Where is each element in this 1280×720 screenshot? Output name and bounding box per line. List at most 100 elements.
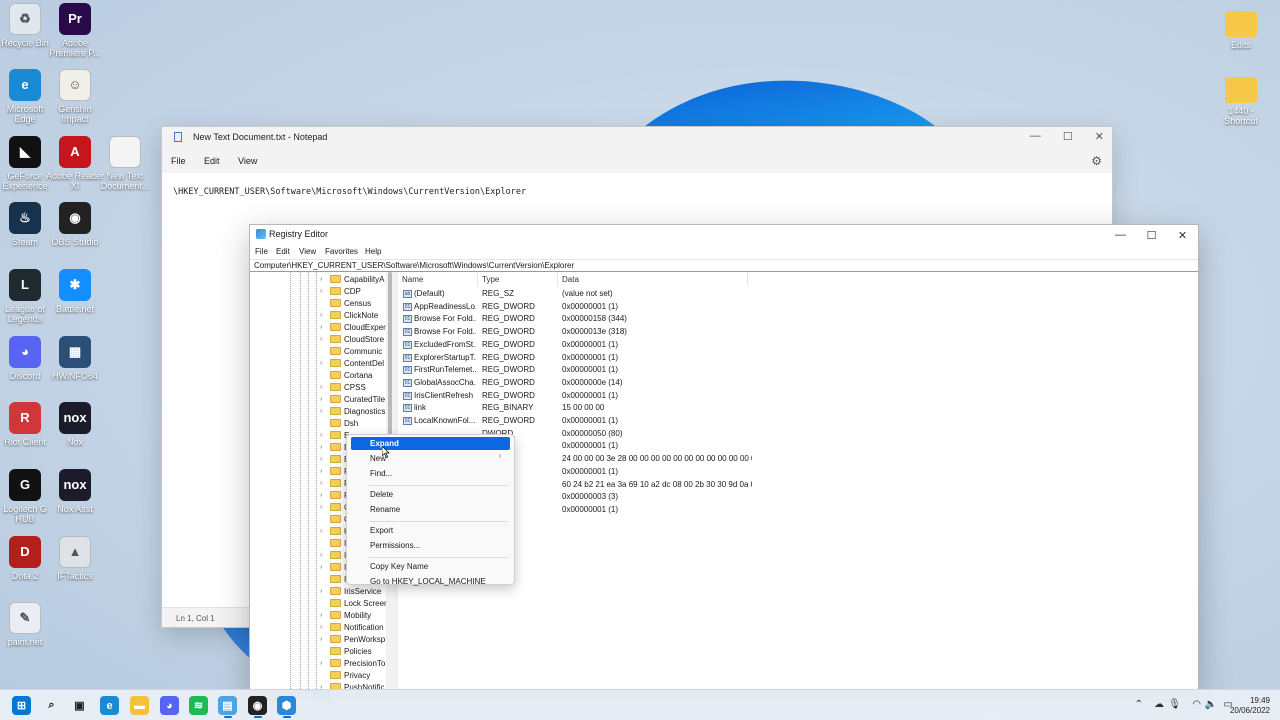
- windows-start-icon[interactable]: ⊞: [12, 696, 31, 715]
- expand-arrow-icon[interactable]: ›: [320, 564, 328, 571]
- regedit-icon[interactable]: ⬢: [277, 696, 296, 715]
- desktop-icon-nox[interactable]: nox Nox: [45, 402, 105, 447]
- chevron-up-icon[interactable]: ⌃: [1135, 699, 1143, 710]
- expand-arrow-icon[interactable]: ›: [320, 528, 328, 535]
- expand-arrow-icon[interactable]: ›: [320, 480, 328, 487]
- registry-value-row[interactable]: DWORD0x00000001 (1): [398, 466, 1198, 478]
- notepad-icon[interactable]: ▤: [218, 696, 237, 715]
- tree-key-item[interactable]: › CPSS: [320, 381, 366, 393]
- minimize-icon[interactable]: —: [1105, 225, 1136, 245]
- expand-arrow-icon[interactable]: ›: [320, 444, 328, 451]
- registry-value-row[interactable]: RY24 00 00 00 3e 28 00 00 00 00 00 00 00…: [398, 453, 1198, 465]
- tree-key-item[interactable]: › PenWorksp: [320, 633, 385, 645]
- expand-arrow-icon[interactable]: ›: [320, 504, 328, 511]
- expand-arrow-icon[interactable]: ›: [320, 432, 328, 439]
- address-bar[interactable]: Computer\HKEY_CURRENT_USER\Software\Micr…: [250, 259, 1198, 272]
- desktop-icon-battlenet[interactable]: ✱ Battle.net: [45, 269, 105, 314]
- tree-key-item[interactable]: › CuratedTile: [320, 393, 385, 405]
- menu-help[interactable]: Help: [365, 247, 381, 256]
- expand-arrow-icon[interactable]: ›: [320, 456, 328, 463]
- expand-arrow-icon[interactable]: ›: [320, 360, 328, 367]
- obs-icon[interactable]: ◉: [248, 696, 267, 715]
- file-explorer-icon[interactable]: ▬: [130, 696, 149, 715]
- settings-gear-icon[interactable]: ⚙: [1091, 154, 1102, 168]
- tree-key-item[interactable]: › ContentDel: [320, 357, 384, 369]
- tree-key-item[interactable]: Lock Screen: [320, 597, 388, 609]
- speaker-icon[interactable]: 🔈: [1205, 699, 1217, 710]
- tree-key-item[interactable]: Policies: [320, 645, 372, 657]
- regedit-titlebar[interactable]: Registry Editor — ☐ ✕: [250, 225, 1198, 245]
- tree-key-item[interactable]: › Diagnostics: [320, 405, 385, 417]
- expand-arrow-icon[interactable]: ›: [320, 312, 328, 319]
- expand-arrow-icon[interactable]: ›: [320, 612, 328, 619]
- tree-key-item[interactable]: › PushNotific: [320, 681, 384, 689]
- expand-arrow-icon[interactable]: ›: [320, 588, 328, 595]
- tree-key-item[interactable]: › CapabilityA: [320, 273, 384, 285]
- registry-value-row[interactable]: 01 ExcludedFromSt... REG_DWORD 0x00000001 (…: [398, 339, 1198, 351]
- tree-key-item[interactable]: I: [320, 573, 346, 585]
- expand-arrow-icon[interactable]: ›: [320, 552, 328, 559]
- expand-arrow-icon[interactable]: ›: [320, 336, 328, 343]
- menu-favorites[interactable]: Favorites: [325, 247, 358, 256]
- registry-value-row[interactable]: 01 AppReadinessLo... REG_DWORD 0x00000001 (…: [398, 301, 1198, 313]
- registry-value-row[interactable]: 01 Browse For Fold... REG_DWORD 0x0000013e …: [398, 326, 1198, 338]
- context-menu-item-rename[interactable]: Rename: [351, 503, 510, 516]
- expand-arrow-icon[interactable]: ›: [320, 396, 328, 403]
- desktop-icon-genshin[interactable]: ☺ Genshin Impact: [45, 69, 105, 124]
- close-icon[interactable]: ✕: [1095, 130, 1104, 143]
- expand-arrow-icon[interactable]: ›: [320, 288, 328, 295]
- tree-key-item[interactable]: Cortana: [320, 369, 372, 381]
- context-menu-item-expand[interactable]: Expand: [351, 437, 510, 450]
- tree-key-item[interactable]: ›I: [320, 549, 346, 561]
- desktop-icon-paintnet[interactable]: ✎ paint.net: [0, 602, 55, 647]
- minimize-icon[interactable]: —: [1030, 130, 1041, 143]
- tree-key-item[interactable]: ›I: [320, 561, 346, 573]
- column-header-type[interactable]: Type: [478, 272, 558, 286]
- tree-key-item[interactable]: ›E: [320, 441, 349, 453]
- edge-icon[interactable]: e: [100, 696, 119, 715]
- registry-value-row[interactable]: RY60 24 b2 21 ea 3a 69 10 a2 dc 08 00 2b…: [398, 479, 1198, 491]
- column-header-data[interactable]: Data: [558, 272, 748, 286]
- desktop-folder-edits[interactable]: Edits: [1211, 8, 1271, 50]
- search-icon[interactable]: ⌕: [42, 696, 61, 715]
- menu-view[interactable]: View: [238, 156, 257, 166]
- desktop-icon-text-document[interactable]: New Text Document...: [95, 136, 155, 191]
- expand-arrow-icon[interactable]: ›: [320, 624, 328, 631]
- clock[interactable]: 19:49 20/06/2022: [1230, 696, 1270, 716]
- onedrive-icon[interactable]: ☁: [1154, 699, 1164, 710]
- registry-value-row[interactable]: 01 FirstRunTelemet... REG_DWORD 0x00000001 …: [398, 364, 1198, 376]
- tree-key-item[interactable]: Census: [320, 297, 371, 309]
- tree-key-item[interactable]: › CDP: [320, 285, 361, 297]
- menu-view[interactable]: View: [299, 247, 316, 256]
- tree-key-item[interactable]: ›E: [320, 429, 349, 441]
- registry-value-row[interactable]: 01 GlobalAssocCha... REG_DWORD 0x0000000e (…: [398, 377, 1198, 389]
- tree-key-item[interactable]: ›F: [320, 465, 349, 477]
- close-icon[interactable]: ✕: [1167, 225, 1198, 245]
- tree-key-item[interactable]: ›F: [320, 477, 349, 489]
- desktop-folder-1440-shortcut[interactable]: 1440 - Shortcut: [1211, 74, 1271, 126]
- tree-key-item[interactable]: I: [320, 537, 346, 549]
- tree-key-item[interactable]: › PrecisionTo: [320, 657, 385, 669]
- expand-arrow-icon[interactable]: ›: [320, 660, 328, 667]
- registry-value-row[interactable]: DWORD0x00000050 (80): [398, 428, 1198, 440]
- task-view-icon[interactable]: ▣: [70, 696, 89, 715]
- context-menu-item-find[interactable]: Find...: [351, 467, 510, 480]
- maximize-icon[interactable]: ☐: [1136, 225, 1167, 245]
- context-menu-item-copy-key-name[interactable]: Copy Key Name: [351, 560, 510, 573]
- expand-arrow-icon[interactable]: ›: [320, 408, 328, 415]
- menu-edit[interactable]: Edit: [204, 156, 220, 166]
- expand-arrow-icon[interactable]: ›: [320, 384, 328, 391]
- expand-arrow-icon[interactable]: ›: [320, 276, 328, 283]
- registry-value-row[interactable]: DWORD0x00000001 (1): [398, 504, 1198, 516]
- expand-arrow-icon[interactable]: ›: [320, 492, 328, 499]
- tree-key-item[interactable]: Privacy: [320, 669, 370, 681]
- menu-file[interactable]: File: [171, 156, 186, 166]
- registry-value-row[interactable]: 01 ExplorerStartupT... REG_DWORD 0x00000001…: [398, 352, 1198, 364]
- desktop-icon-tactics[interactable]: ▲ IFTactics: [45, 536, 105, 581]
- context-menu-item-permissions[interactable]: Permissions...: [351, 539, 510, 552]
- context-menu-item-export[interactable]: Export: [351, 524, 510, 537]
- tree-key-item[interactable]: › ClickNote: [320, 309, 378, 321]
- desktop-icon-obs[interactable]: ◉ OBS Studio: [45, 202, 105, 247]
- expand-arrow-icon[interactable]: ›: [320, 324, 328, 331]
- registry-value-row[interactable]: DWORD0x00000001 (1): [398, 440, 1198, 452]
